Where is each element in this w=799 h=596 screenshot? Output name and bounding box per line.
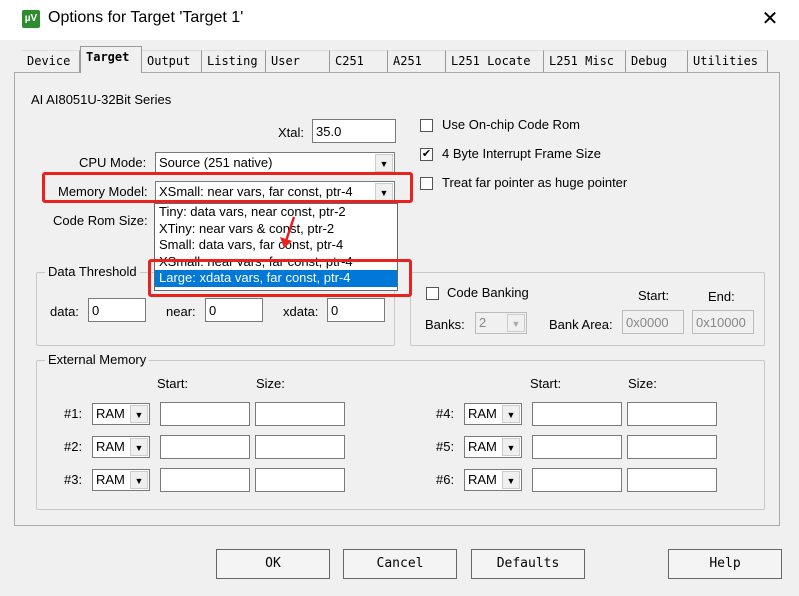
memory-type-select[interactable]: RAM ▼ xyxy=(464,403,522,425)
annotation-arrow-icon xyxy=(280,216,296,248)
memory-type-select[interactable]: RAM ▼ xyxy=(464,436,522,458)
memory-type-select[interactable]: RAM ▼ xyxy=(464,469,522,491)
banks-select[interactable]: 2 ▼ xyxy=(475,312,527,334)
uvision-icon: µV xyxy=(22,10,40,28)
cpu-mode-label: CPU Mode: xyxy=(79,155,147,170)
xdata-label: xdata: xyxy=(283,304,319,319)
memory-size-input[interactable] xyxy=(627,435,717,459)
memory-start-input[interactable] xyxy=(160,468,250,492)
window-title: Options for Target 'Target 1' xyxy=(48,9,244,26)
memory-type-value: RAM xyxy=(468,439,497,454)
memory-start-input[interactable] xyxy=(532,468,622,492)
xtal-label: Xtal: xyxy=(278,125,305,140)
xdata-threshold-input[interactable] xyxy=(327,298,385,322)
code-banking-checkbox[interactable] xyxy=(426,287,439,300)
tab-a251[interactable]: A251 xyxy=(388,50,446,72)
memory-row-label: #2: xyxy=(64,439,83,454)
memory-type-value: RAM xyxy=(468,472,497,487)
tab-target[interactable]: Target xyxy=(80,46,142,73)
memory-size-input[interactable] xyxy=(255,402,345,426)
banks-value: 2 xyxy=(479,315,487,330)
memory-type-value: RAM xyxy=(96,439,125,454)
checkbox[interactable] xyxy=(420,177,433,190)
chevron-down-icon: ▼ xyxy=(502,438,520,456)
annotation-box xyxy=(148,259,412,297)
tab-l251-misc[interactable]: L251 Misc xyxy=(544,50,626,72)
memory-size-input[interactable] xyxy=(255,468,345,492)
memory-size-input[interactable] xyxy=(627,468,717,492)
chevron-down-icon: ▼ xyxy=(130,438,148,456)
memory-type-select[interactable]: RAM ▼ xyxy=(92,403,150,425)
chevron-down-icon: ▼ xyxy=(375,154,393,172)
tab-l251-locate[interactable]: L251 Locate xyxy=(446,50,544,72)
cpu-mode-select[interactable]: Source (251 native) ▼ xyxy=(155,152,395,174)
start-label: Start: xyxy=(157,376,189,391)
memory-type-select[interactable]: RAM ▼ xyxy=(92,469,150,491)
bank-start-label: Start: xyxy=(638,288,670,303)
tab-utilities[interactable]: Utilities xyxy=(688,50,768,72)
memory-row-label: #4: xyxy=(436,406,455,421)
bank-end-input[interactable] xyxy=(692,310,754,334)
memory-start-input[interactable] xyxy=(160,435,250,459)
start-label: Start: xyxy=(530,376,562,391)
data-threshold-input[interactable] xyxy=(88,298,146,322)
memory-type-select[interactable]: RAM ▼ xyxy=(92,436,150,458)
checkbox[interactable]: ✔ xyxy=(420,148,433,161)
tab-listing[interactable]: Listing xyxy=(202,50,266,72)
memory-type-value: RAM xyxy=(96,472,125,487)
defaults-button[interactable]: Defaults xyxy=(471,549,585,579)
chevron-down-icon: ▼ xyxy=(130,405,148,423)
group-title: Data Threshold xyxy=(45,264,140,279)
memory-type-value: RAM xyxy=(96,406,125,421)
tab-user[interactable]: User xyxy=(266,50,330,72)
size-label: Size: xyxy=(628,376,657,391)
bank-area-label: Bank Area: xyxy=(549,317,613,332)
code-rom-size-label: Code Rom Size: xyxy=(53,213,148,228)
device-series: AI AI8051U-32Bit Series xyxy=(31,92,172,107)
tab-debug[interactable]: Debug xyxy=(626,50,688,72)
memory-start-input[interactable] xyxy=(532,402,622,426)
close-button[interactable]: ✕ xyxy=(758,6,782,31)
memory-row-label: #3: xyxy=(64,472,83,487)
near-threshold-input[interactable] xyxy=(205,298,263,322)
memory-row-label: #1: xyxy=(64,406,83,421)
code-banking-label: Code Banking xyxy=(447,285,529,300)
checkbox-label: 4 Byte Interrupt Frame Size xyxy=(442,146,601,161)
checkbox-label: Use On-chip Code Rom xyxy=(442,117,580,132)
memory-size-input[interactable] xyxy=(627,402,717,426)
banks-label: Banks: xyxy=(425,317,465,332)
chevron-down-icon: ▼ xyxy=(502,471,520,489)
cancel-button[interactable]: Cancel xyxy=(343,549,457,579)
memory-size-input[interactable] xyxy=(255,435,345,459)
code-banking-group xyxy=(410,272,765,346)
chevron-down-icon: ▼ xyxy=(130,471,148,489)
memory-start-input[interactable] xyxy=(532,435,622,459)
tab-c251[interactable]: C251 xyxy=(330,50,388,72)
tab-output[interactable]: Output xyxy=(142,50,202,72)
bank-start-input[interactable] xyxy=(622,310,684,334)
chevron-down-icon: ▼ xyxy=(502,405,520,423)
memory-start-input[interactable] xyxy=(160,402,250,426)
cpu-mode-value: Source (251 native) xyxy=(159,155,273,170)
group-title: External Memory xyxy=(45,352,150,367)
size-label: Size: xyxy=(256,376,285,391)
help-button[interactable]: Help xyxy=(668,549,782,579)
near-label: near: xyxy=(166,304,196,319)
memory-row-label: #6: xyxy=(436,472,455,487)
bank-end-label: End: xyxy=(708,289,735,304)
xtal-input[interactable] xyxy=(312,119,396,143)
chevron-down-icon: ▼ xyxy=(507,314,525,332)
annotation-box xyxy=(42,172,413,203)
ok-button[interactable]: OK xyxy=(216,549,330,579)
memory-type-value: RAM xyxy=(468,406,497,421)
checkbox[interactable] xyxy=(420,119,433,132)
memory-row-label: #5: xyxy=(436,439,455,454)
tab-device[interactable]: Device xyxy=(22,50,80,72)
checkbox-label: Treat far pointer as huge pointer xyxy=(442,175,628,190)
data-label: data: xyxy=(50,304,79,319)
